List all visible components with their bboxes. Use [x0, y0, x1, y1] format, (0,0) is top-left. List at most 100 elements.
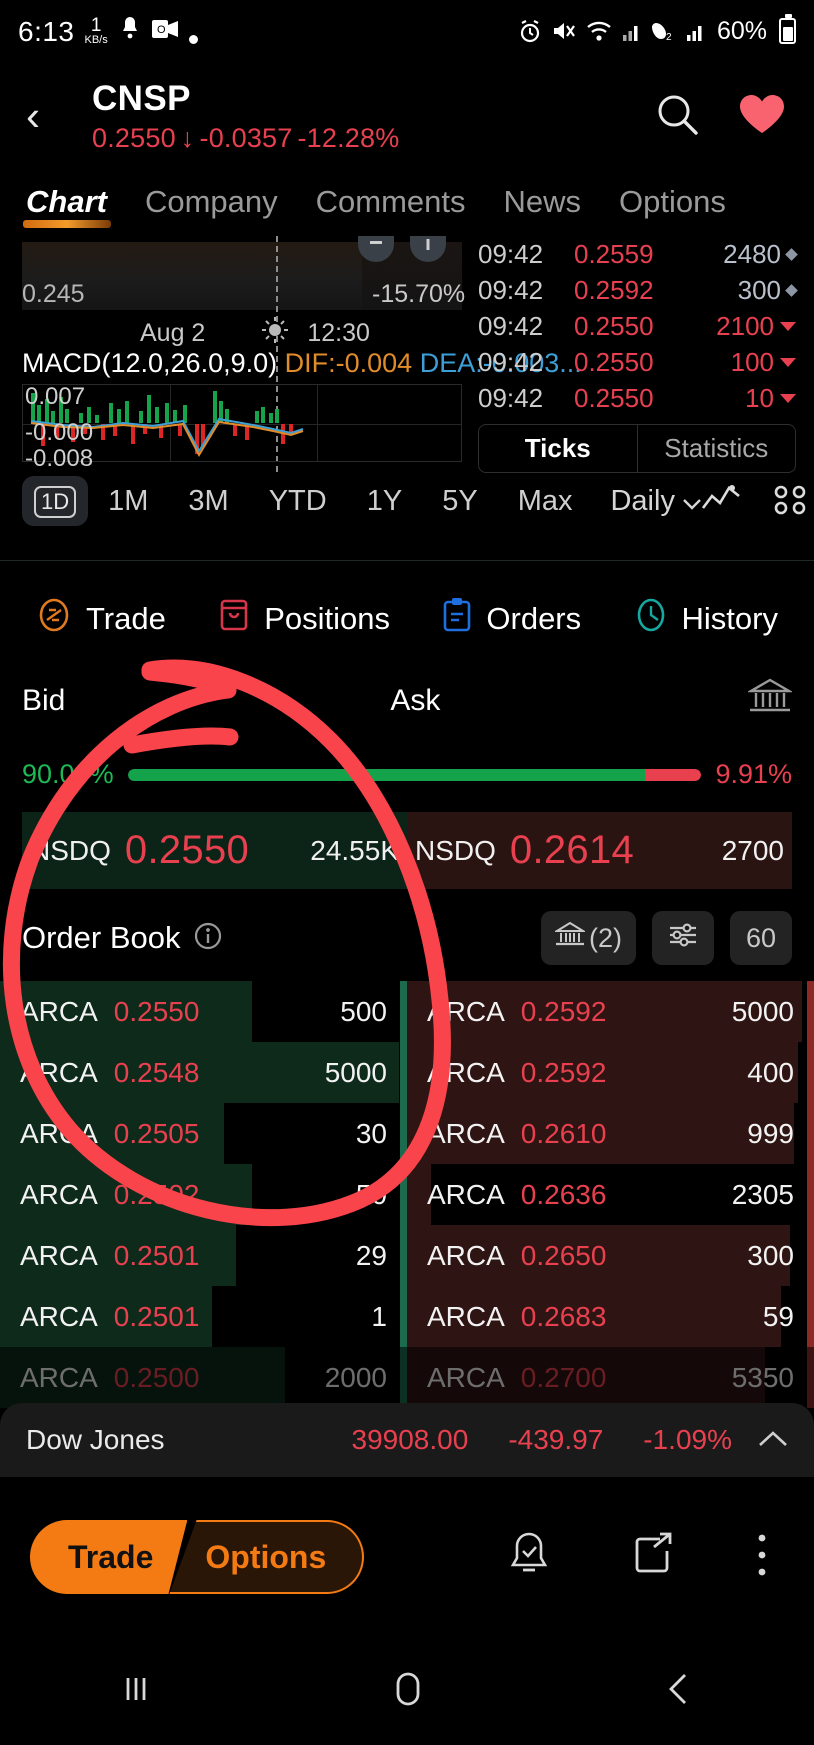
bid-label: Bid — [22, 684, 66, 717]
more-vertical-icon[interactable] — [754, 1532, 770, 1583]
tab-options[interactable]: Options — [619, 184, 726, 230]
chevron-up-icon[interactable] — [758, 1423, 788, 1457]
line-chart-icon[interactable] — [701, 482, 741, 521]
recents-icon[interactable] — [117, 1672, 155, 1711]
signal-icon — [622, 19, 642, 43]
tab-chart[interactable]: Chart — [23, 184, 111, 230]
tick-time: 09:42 — [478, 238, 544, 269]
order-book-bid-cell[interactable]: ARCA 0.2501 1 — [0, 1286, 407, 1347]
dot-icon — [188, 34, 198, 44]
tick-price: 0.2592 — [574, 274, 654, 305]
ask-edge-marker — [807, 981, 814, 1042]
depth-count-button[interactable]: 60 — [730, 911, 792, 965]
bid-venue: ARCA — [20, 1117, 98, 1149]
order-book-bid-cell[interactable]: ARCA 0.2548 5000 — [0, 1042, 407, 1103]
home-icon[interactable] — [388, 1669, 428, 1714]
price-chart[interactable]: 0.245 Aug 2 12:30 -15.70% MACD(12.0,26.0… — [0, 236, 582, 472]
back-button[interactable]: ‹ — [26, 95, 70, 137]
trade-button[interactable]: Trade — [30, 1520, 188, 1594]
tab-statistics[interactable]: Statistics — [636, 425, 796, 472]
header-change: -0.0357 — [199, 122, 293, 153]
order-book-row[interactable]: ARCA 0.2548 5000 ARCA 0.2592 400 — [0, 1042, 814, 1103]
index-ticker-bar[interactable]: Dow Jones 39908.00 -439.97 -1.09% — [0, 1403, 814, 1477]
ask-price: 0.2610 — [520, 1117, 607, 1149]
page-title: CNSP — [92, 78, 191, 118]
options-button[interactable]: Options — [169, 1520, 365, 1594]
trade-action[interactable]: Trade — [36, 597, 166, 641]
order-book-bid-cell[interactable]: ARCA 0.2502 50 — [0, 1164, 407, 1225]
positions-action[interactable]: Positions — [218, 597, 390, 641]
ask-edge-marker — [807, 1347, 814, 1408]
neutral-marker-icon — [785, 247, 798, 261]
ask-edge-marker — [807, 1103, 814, 1164]
ask-size: 5350 — [731, 1361, 794, 1393]
tick-row: 09:42 0.2592 300 — [478, 272, 798, 308]
down-marker-icon — [780, 393, 796, 403]
chart-pct-label: -15.70% — [372, 280, 466, 308]
ask-venue: ARCA — [427, 1300, 505, 1332]
share-icon[interactable] — [630, 1531, 676, 1584]
order-book-header: Order Book (2) 60 — [0, 889, 814, 981]
alert-bell-icon[interactable] — [506, 1529, 552, 1586]
order-book-row[interactable]: ARCA 0.2501 29 ARCA 0.2650 300 — [0, 1225, 814, 1286]
ask-price: 0.2650 — [520, 1239, 607, 1271]
order-book-ask-cell[interactable]: ARCA 0.2700 5350 — [407, 1347, 814, 1408]
order-book-bid-cell[interactable]: ARCA 0.2505 30 — [0, 1103, 407, 1164]
order-book-ask-cell[interactable]: ARCA 0.2592 5000 — [407, 981, 814, 1042]
timeframe-5y[interactable]: 5Y — [422, 477, 497, 526]
macd-pane: 0.007 -0.000 -0.008 — [22, 383, 462, 472]
timeframe-1y[interactable]: 1Y — [347, 477, 422, 526]
order-book-row[interactable]: ARCA 0.2501 1 ARCA 0.2683 59 — [0, 1286, 814, 1347]
ask-venue: ARCA — [427, 1117, 505, 1149]
exchange-filter-button[interactable]: (2) — [541, 911, 636, 965]
order-book-ask-cell[interactable]: ARCA 0.2592 400 — [407, 1042, 814, 1103]
bid-size: 500 — [340, 995, 387, 1027]
grid-layout-icon[interactable] — [771, 482, 809, 521]
best-bid[interactable]: NSDQ 0.2550 24.55K — [22, 812, 407, 889]
order-book-ask-cell[interactable]: ARCA 0.2650 300 — [407, 1225, 814, 1286]
back-icon[interactable] — [661, 1669, 697, 1714]
order-book-ask-cell[interactable]: ARCA 0.2636 2305 — [407, 1164, 814, 1225]
tab-comments[interactable]: Comments — [316, 184, 466, 230]
tick-size: 10 — [694, 383, 796, 414]
order-book-row[interactable]: ARCA 0.2550 500 ARCA 0.2592 5000 — [0, 981, 814, 1042]
macd-indicator-label: MACD(12.0,26.0,9.0) — [22, 348, 278, 378]
tab-company[interactable]: Company — [145, 184, 278, 230]
order-book-bid-cell[interactable]: ARCA 0.2550 500 — [0, 981, 407, 1042]
order-book-bid-cell[interactable]: ARCA 0.2501 29 — [0, 1225, 407, 1286]
orders-action[interactable]: Orders — [442, 597, 581, 641]
tab-ticks[interactable]: Ticks — [479, 425, 637, 472]
bid-venue: ARCA — [20, 1300, 98, 1332]
network-rate: 1 KB/s — [85, 16, 108, 46]
tick-price: 0.2550 — [574, 382, 654, 413]
order-book-ask-cell[interactable]: ARCA 0.2683 59 — [407, 1286, 814, 1347]
bid-size: 5000 — [324, 1056, 387, 1088]
interval-select[interactable]: Daily — [610, 485, 701, 518]
positions-icon — [218, 597, 250, 641]
tick-time: 09:42 — [478, 382, 544, 413]
timeframe-3m[interactable]: 3M — [168, 477, 248, 526]
search-icon[interactable] — [654, 91, 700, 142]
tab-news[interactable]: News — [504, 184, 582, 230]
chart-zone: 0.245 Aug 2 12:30 -15.70% MACD(12.0,26.0… — [0, 236, 814, 473]
tick-size: 2480 — [694, 239, 798, 270]
order-book-ask-cell[interactable]: ARCA 0.2610 999 — [407, 1103, 814, 1164]
timeframe-max[interactable]: Max — [498, 477, 593, 526]
best-ask[interactable]: NSDQ 0.2614 2700 — [407, 812, 792, 889]
order-book-row[interactable]: ARCA 0.2505 30 ARCA 0.2610 999 — [0, 1103, 814, 1164]
order-book-row[interactable]: ARCA 0.2500 2000 ARCA 0.2700 5350 — [0, 1347, 814, 1408]
settings-button[interactable] — [652, 911, 714, 965]
timeframe-1m[interactable]: 1M — [88, 477, 168, 526]
info-icon[interactable] — [193, 921, 223, 956]
history-action[interactable]: History — [634, 597, 778, 641]
timeframe-ytd[interactable]: YTD — [249, 477, 347, 526]
bank-icon[interactable] — [746, 677, 794, 725]
tick-size: 2100 — [694, 311, 796, 342]
trade-action-label: Trade — [86, 601, 166, 636]
index-value: 39908.00 — [351, 1424, 469, 1455]
heart-icon[interactable] — [736, 91, 788, 142]
timeframe-1d[interactable]: 1D — [22, 476, 89, 526]
chart-date-label: Aug 2 — [140, 319, 206, 347]
order-book-bid-cell[interactable]: ARCA 0.2500 2000 — [0, 1347, 407, 1408]
order-book-row[interactable]: ARCA 0.2502 50 ARCA 0.2636 2305 — [0, 1164, 814, 1225]
